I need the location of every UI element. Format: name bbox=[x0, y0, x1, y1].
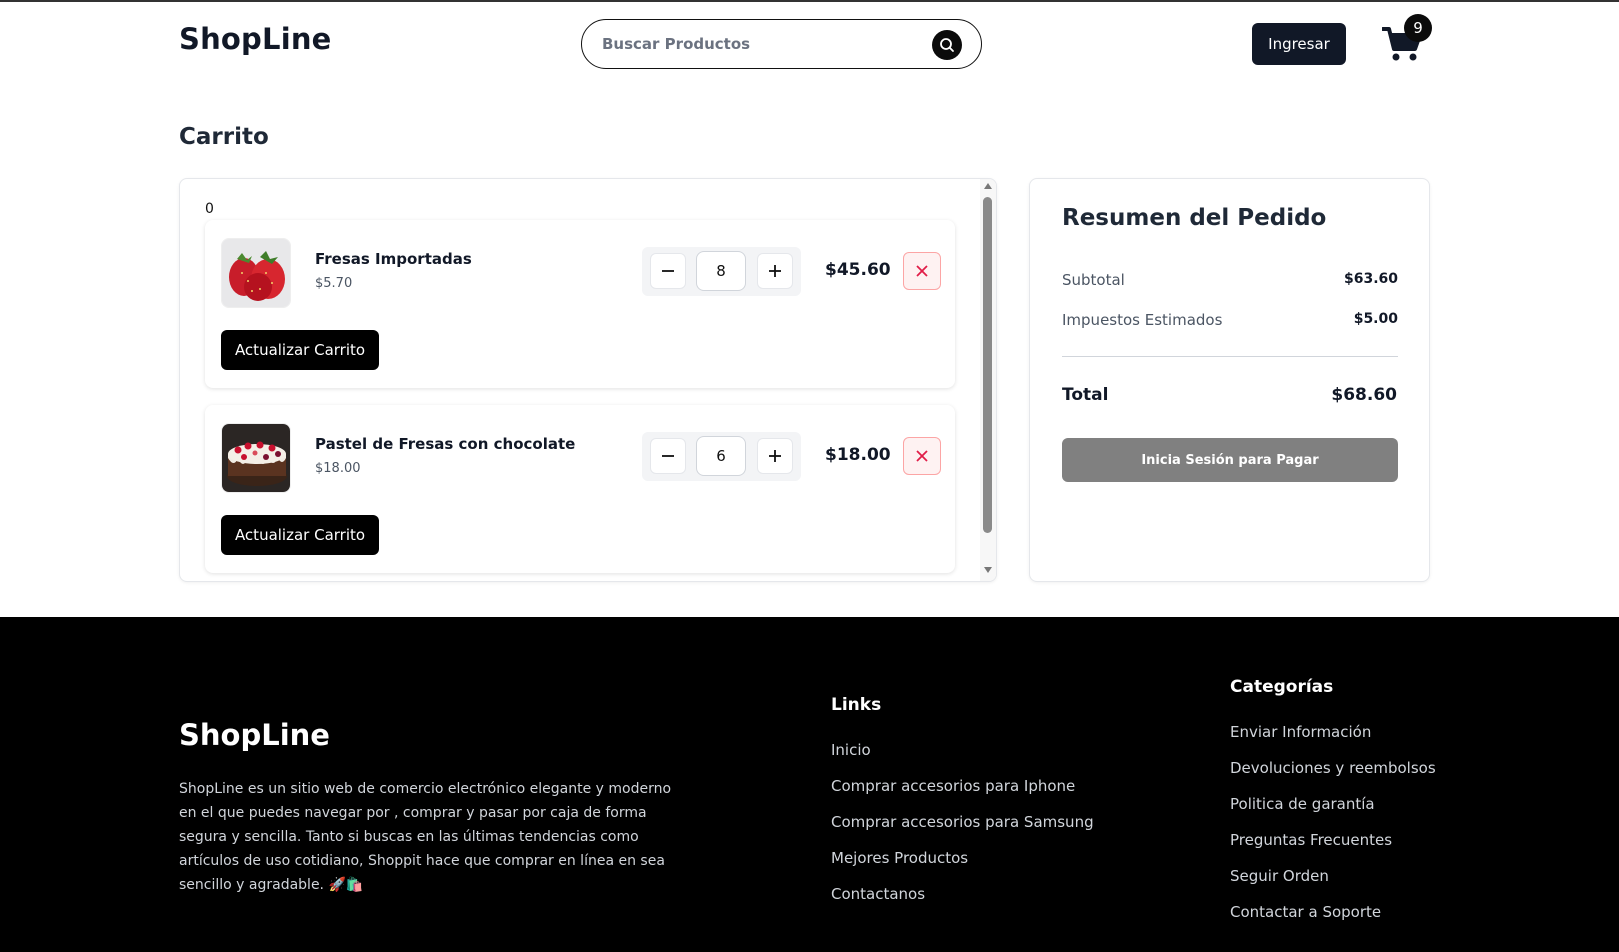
product-name[interactable]: Fresas Importadas bbox=[315, 250, 472, 268]
footer-category-track-order[interactable]: Seguir Orden bbox=[1230, 867, 1329, 885]
increase-quantity-button[interactable] bbox=[757, 438, 793, 474]
minus-icon bbox=[662, 455, 674, 457]
footer-link-samsung-accessories[interactable]: Comprar accesorios para Samsung bbox=[831, 813, 1094, 831]
divider bbox=[1062, 356, 1398, 357]
search-button[interactable] bbox=[932, 30, 962, 60]
footer-link-inicio[interactable]: Inicio bbox=[831, 741, 871, 759]
summary-title: Resumen del Pedido bbox=[1062, 205, 1327, 231]
decrease-quantity-button[interactable] bbox=[650, 438, 686, 474]
login-to-pay-button[interactable]: Inicia Sesión para Pagar bbox=[1062, 438, 1398, 482]
product-image bbox=[221, 423, 291, 493]
scroll-up-arrow-icon[interactable] bbox=[984, 183, 992, 189]
logo[interactable]: ShopLine bbox=[179, 22, 332, 56]
footer-category-warranty[interactable]: Politica de garantía bbox=[1230, 795, 1375, 813]
tax-label: Impuestos Estimados bbox=[1062, 311, 1223, 329]
item-total: $45.60 bbox=[825, 260, 891, 280]
increase-quantity-button[interactable] bbox=[757, 253, 793, 289]
footer-category-faq[interactable]: Preguntas Frecuentes bbox=[1230, 831, 1392, 849]
product-image bbox=[221, 238, 291, 308]
footer-logo[interactable]: ShopLine bbox=[179, 718, 330, 752]
subtotal-value: $63.60 bbox=[1343, 271, 1398, 287]
scroll-thumb[interactable] bbox=[983, 197, 992, 533]
item-total: $18.00 bbox=[825, 445, 891, 465]
remove-item-button[interactable] bbox=[903, 252, 941, 290]
tax-value: $5.00 bbox=[1353, 311, 1398, 327]
cake-image bbox=[222, 424, 290, 492]
cart-index-label: 0 bbox=[205, 201, 214, 217]
search-bar bbox=[581, 19, 982, 69]
page-title: Carrito bbox=[179, 124, 269, 150]
footer: ShopLine ShopLine es un sitio web de com… bbox=[0, 617, 1619, 952]
quantity-stepper bbox=[642, 247, 801, 296]
cart-panel: 0 Fresas Importadas $5.70 8 $45.60 Actua… bbox=[179, 178, 997, 582]
subtotal-label: Subtotal bbox=[1062, 271, 1125, 289]
cart-count-badge: 9 bbox=[1404, 14, 1432, 42]
update-cart-button[interactable]: Actualizar Carrito bbox=[221, 330, 379, 370]
cart-item: Pastel de Fresas con chocolate $18.00 $1… bbox=[205, 405, 955, 573]
footer-categories-title: Categorías bbox=[1230, 677, 1334, 697]
quantity-input[interactable] bbox=[696, 251, 746, 291]
footer-category-returns[interactable]: Devoluciones y reembolsos bbox=[1230, 759, 1436, 777]
cart-item: Fresas Importadas $5.70 $45.60 Actualiza… bbox=[205, 220, 955, 388]
update-cart-button[interactable]: Actualizar Carrito bbox=[221, 515, 379, 555]
plus-icon bbox=[769, 450, 781, 462]
order-summary: Resumen del Pedido Subtotal $63.60 Impue… bbox=[1029, 178, 1430, 582]
footer-link-iphone-accessories[interactable]: Comprar accesorios para Iphone bbox=[831, 777, 1075, 795]
remove-item-button[interactable] bbox=[903, 437, 941, 475]
close-icon bbox=[916, 450, 928, 462]
footer-description: ShopLine es un sitio web de comercio ele… bbox=[179, 781, 672, 893]
product-unit-price: $18.00 bbox=[315, 461, 361, 476]
product-unit-price: $5.70 bbox=[315, 276, 353, 291]
total-label: Total bbox=[1062, 385, 1109, 405]
top-border bbox=[0, 0, 1619, 2]
product-name[interactable]: Pastel de Fresas con chocolate bbox=[315, 435, 575, 453]
footer-category-send-info[interactable]: Enviar Información bbox=[1230, 723, 1371, 741]
footer-link-contact[interactable]: Contactanos bbox=[831, 885, 925, 903]
footer-links-title: Links bbox=[831, 695, 882, 715]
minus-icon bbox=[662, 270, 674, 272]
quantity-stepper bbox=[642, 432, 801, 481]
total-value: $68.60 bbox=[1331, 385, 1397, 405]
footer-link-best-products[interactable]: Mejores Productos bbox=[831, 849, 968, 867]
quantity-input[interactable] bbox=[696, 436, 746, 476]
login-button[interactable]: Ingresar bbox=[1252, 23, 1346, 65]
footer-category-support[interactable]: Contactar a Soporte bbox=[1230, 903, 1381, 921]
strawberry-image bbox=[222, 239, 290, 307]
search-icon bbox=[940, 38, 954, 52]
decrease-quantity-button[interactable] bbox=[650, 253, 686, 289]
scrollbar[interactable] bbox=[980, 179, 996, 581]
search-input[interactable] bbox=[602, 32, 932, 56]
scroll-down-arrow-icon[interactable] bbox=[984, 567, 992, 573]
close-icon bbox=[916, 265, 928, 277]
plus-icon bbox=[769, 265, 781, 277]
